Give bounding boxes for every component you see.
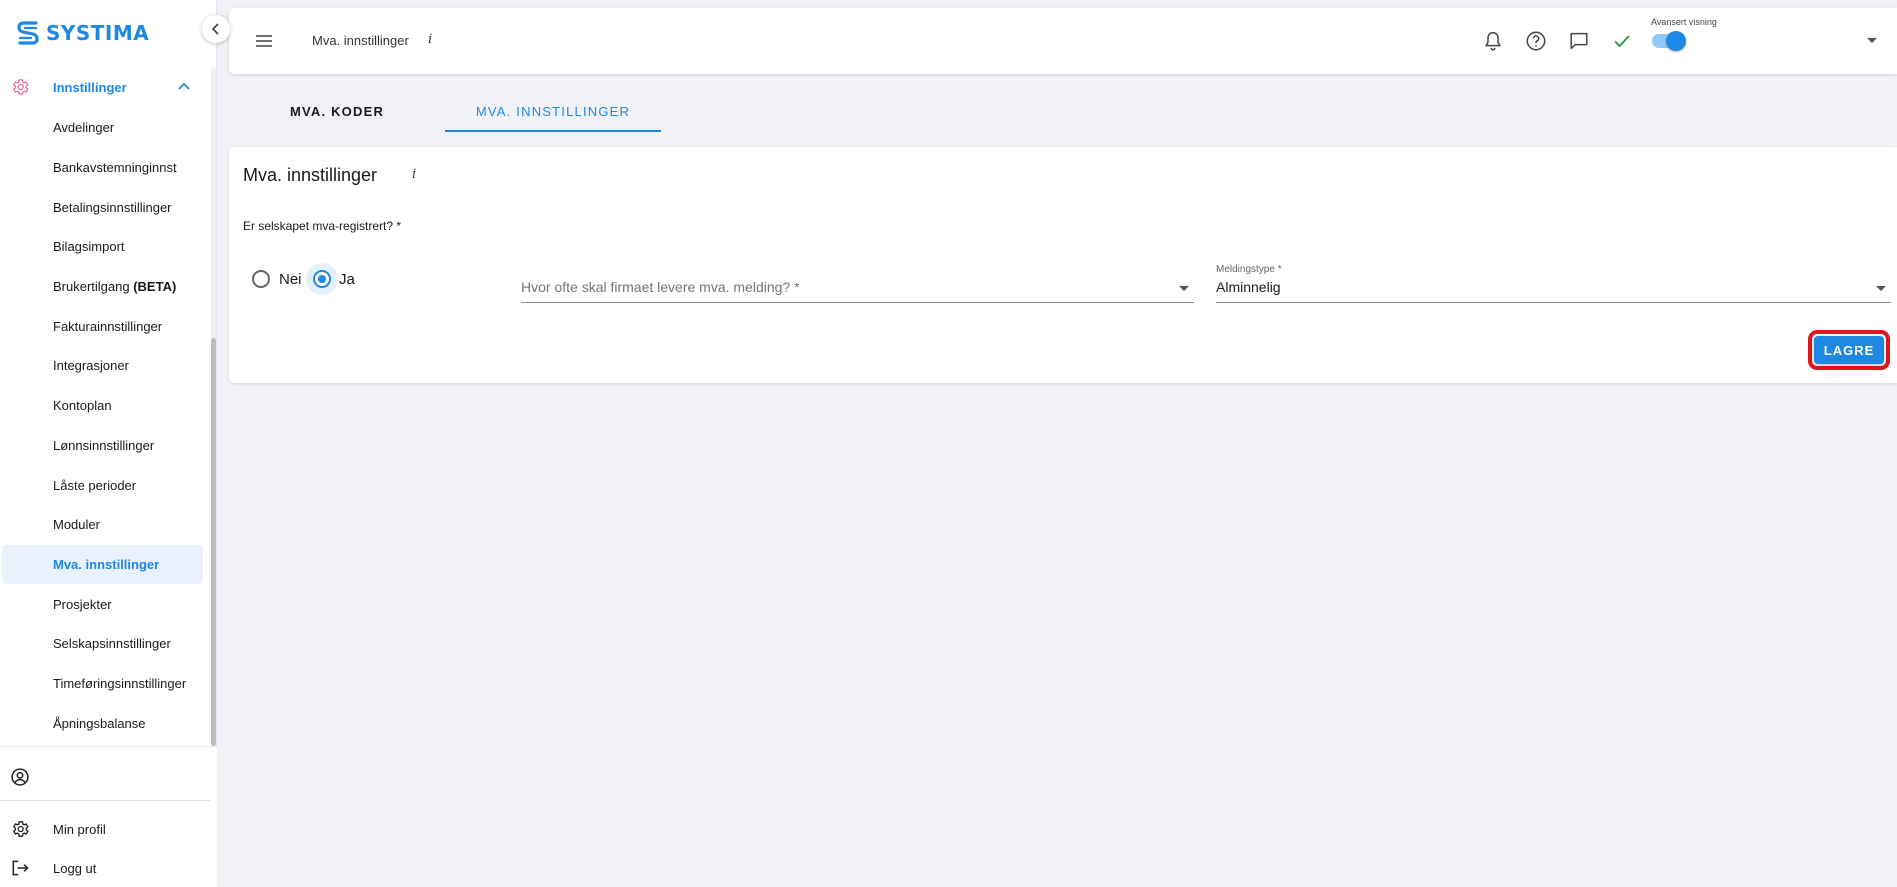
sidebar-section-label: Innstillinger (53, 79, 127, 95)
page-title: Mva. innstillinger (312, 33, 409, 48)
sidebar-item-faktura[interactable]: Fakturainnstillinger (0, 306, 205, 346)
tab-label: MVA. KODER (289, 104, 385, 119)
systima-logo-icon (17, 21, 39, 45)
sidebar-item-label: Bilagsimport (53, 239, 125, 255)
sidebar-item-lonn[interactable]: Lønnsinnstillinger (0, 426, 205, 466)
sidebar-item-label: Prosjekter (53, 596, 112, 612)
logout-icon (12, 860, 29, 876)
sidebar-item-selskap[interactable]: Selskapsinnstillinger (0, 624, 205, 664)
sidebar-item-timeforing[interactable]: Timeføringsinnstillinger (0, 664, 205, 704)
report-frequency-placeholder: Hvor ofte skal firmaet levere mva. meldi… (521, 279, 800, 295)
sidebar-item-label: Mva. innstillinger (53, 556, 160, 572)
message-type-value: Alminnelig (1216, 279, 1281, 295)
sidebar-item-label: Moduler (53, 517, 100, 533)
chevron-down-icon (1179, 286, 1189, 291)
sidebar-item-label: Betalingsinnstillinger (53, 199, 172, 215)
sidebar-item-mva-innstillinger[interactable]: Mva. innstillinger (2, 544, 203, 585)
logo[interactable]: SYSTIMA (16, 18, 149, 48)
top-bar: Mva. innstillinger i Avansert visning (229, 8, 1897, 74)
sidebar-item-label: Låste perioder (53, 477, 137, 493)
sidebar-item-label: Selskapsinnstillinger (53, 636, 171, 652)
bell-icon[interactable] (1482, 30, 1504, 52)
info-icon[interactable]: i (412, 167, 416, 182)
mva-settings-card: Mva. innstillinger i Er selskapet mva-re… (229, 147, 1897, 383)
account-circle-icon (11, 768, 29, 786)
tab-label: MVA. INNSTILLINGER (475, 104, 631, 119)
sidebar-item-label: Lønnsinnstillinger (53, 437, 155, 453)
logout-link[interactable]: Logg ut (0, 853, 210, 883)
sidebar-item-label: Avdelinger (53, 120, 115, 136)
radio-nei[interactable] (252, 270, 270, 288)
sidebar-item-label: Bankavstemninginnst (53, 160, 177, 176)
my-profile-label: Min profil (53, 821, 106, 837)
sidebar-section-innstillinger[interactable]: Innstillinger (0, 72, 205, 102)
radio-nei-label: Nei (279, 271, 302, 288)
save-button-highlight: LAGRE (1808, 330, 1890, 370)
sidebar-item-laste-perioder[interactable]: Låste perioder (0, 465, 205, 505)
sidebar-nav: Avdelinger Bankavstemninginnst Betalings… (0, 108, 205, 743)
chevron-up-icon (178, 82, 190, 90)
sidebar-scroll-thumb[interactable] (211, 338, 216, 746)
sidebar-scrollbar[interactable] (211, 68, 216, 746)
report-frequency-select[interactable]: Hvor ofte skal firmaet levere mva. meldi… (521, 277, 1194, 303)
radio-ja-label: Ja (339, 271, 355, 288)
sidebar-item-label: Integrasjoner (53, 358, 129, 374)
chat-icon[interactable] (1568, 30, 1590, 52)
sidebar-item-integrasjoner[interactable]: Integrasjoner (0, 346, 205, 386)
vat-registered-question: Er selskapet mva-registrert? * (243, 219, 402, 233)
chevron-left-icon (211, 23, 219, 35)
menu-icon[interactable] (254, 31, 274, 51)
sidebar-item-betaling[interactable]: Betalingsinnstillinger (0, 187, 205, 227)
settings-gear-icon (12, 79, 29, 95)
sidebar-item-moduler[interactable]: Moduler (0, 505, 205, 545)
advanced-view-label: Avansert visning (1651, 17, 1717, 27)
sidebar-item-label: Åpningsbalanse (53, 715, 146, 731)
sidebar-item-brukertilgang[interactable]: Brukertilgang (BETA) (0, 267, 205, 307)
sidebar-item-label: Timeføringsinnstillinger (53, 675, 187, 691)
logout-label: Logg ut (53, 860, 97, 876)
check-icon[interactable] (1611, 30, 1633, 52)
sidebar-item-label: Fakturainnstillinger (53, 318, 163, 334)
sidebar-bottom: Min profil Logg ut (0, 746, 217, 887)
tab-mva-innstillinger[interactable]: MVA. INNSTILLINGER (445, 92, 661, 132)
sidebar-item-avdelinger[interactable]: Avdelinger (0, 108, 205, 148)
sidebar: SYSTIMA Innstillinger Avdelinger Bankavs… (0, 0, 217, 887)
message-type-label: Meldingstype * (1216, 264, 1282, 275)
sidebar-divider (0, 800, 210, 801)
toggle-knob (1666, 31, 1686, 51)
chevron-down-icon[interactable] (1867, 38, 1877, 43)
info-icon[interactable]: i (428, 32, 432, 47)
radio-ja[interactable] (313, 270, 331, 288)
sidebar-item-bilagsimport[interactable]: Bilagsimport (0, 227, 205, 267)
chevron-down-icon (1876, 286, 1886, 291)
advanced-view-toggle[interactable] (1652, 31, 1686, 51)
sidebar-item-kontoplan[interactable]: Kontoplan (0, 386, 205, 426)
sidebar-collapse-button[interactable] (202, 15, 230, 43)
settings-gear-icon (12, 821, 29, 837)
tab-mva-koder[interactable]: MVA. KODER (263, 92, 411, 132)
message-type-select[interactable]: Alminnelig (1216, 277, 1891, 303)
sidebar-item-bankavstemning[interactable]: Bankavstemninginnst (0, 148, 205, 188)
save-button[interactable]: LAGRE (1814, 336, 1884, 364)
logo-text: SYSTIMA (46, 21, 150, 45)
card-title: Mva. innstillinger (243, 165, 378, 185)
sidebar-item-label: Kontoplan (53, 398, 112, 414)
help-icon[interactable] (1525, 30, 1547, 52)
sidebar-item-label: Brukertilgang (53, 279, 134, 295)
sidebar-item-prosjekter[interactable]: Prosjekter (0, 584, 205, 624)
my-profile-link[interactable]: Min profil (0, 814, 210, 844)
user-account-row[interactable] (0, 761, 210, 791)
sidebar-item-apningsbalanse[interactable]: Åpningsbalanse (0, 703, 205, 743)
beta-tag: (BETA) (133, 279, 177, 295)
